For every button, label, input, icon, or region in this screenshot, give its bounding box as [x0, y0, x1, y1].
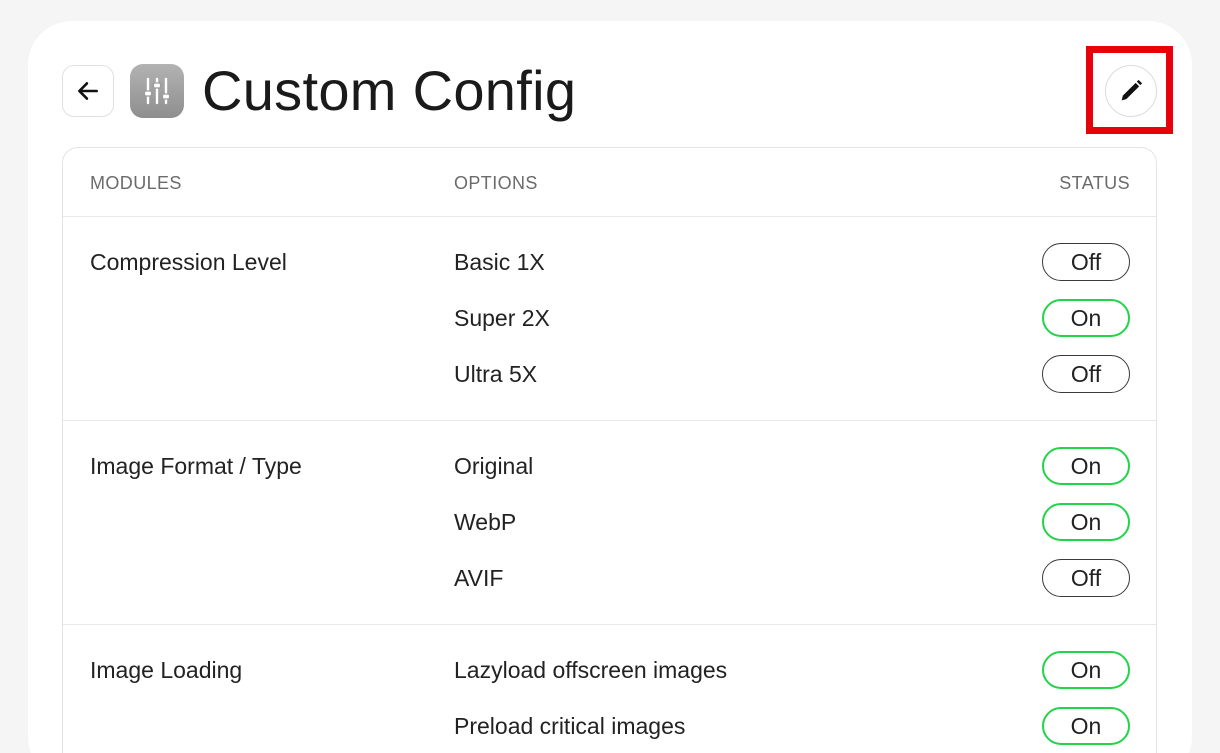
option-row: Preload critical images On — [63, 706, 1156, 746]
option-row: Ultra 5X Off — [63, 354, 1156, 394]
back-button[interactable] — [62, 65, 114, 117]
option-label: WebP — [454, 509, 517, 535]
option-label: Original — [454, 453, 534, 479]
status-toggle[interactable]: Off — [1042, 243, 1130, 281]
option-label: Basic 1X — [454, 249, 545, 275]
option-row: Lazyload offscreen images On — [63, 650, 1156, 690]
column-header-status: STATUS — [1059, 173, 1130, 193]
config-table: MODULES OPTIONS STATUS Compression Level… — [62, 147, 1157, 753]
column-header-options: OPTIONS — [454, 173, 538, 193]
status-toggle[interactable]: Off — [1042, 355, 1130, 393]
group-divider — [63, 624, 1156, 625]
option-label: AVIF — [454, 565, 504, 591]
option-label: Ultra 5X — [454, 361, 538, 387]
option-label: Super 2X — [454, 305, 550, 331]
status-toggle[interactable]: On — [1042, 651, 1130, 689]
status-toggle[interactable]: On — [1042, 447, 1130, 485]
sliders-icon — [130, 64, 184, 118]
option-row: AVIF Off — [63, 558, 1156, 598]
column-header-modules: MODULES — [90, 173, 182, 193]
status-toggle[interactable]: On — [1042, 503, 1130, 541]
status-toggle[interactable]: On — [1042, 707, 1130, 745]
edit-button[interactable] — [1105, 65, 1157, 117]
option-row: Basic 1X Off — [63, 242, 1156, 282]
page-header: Custom Config — [62, 62, 576, 120]
option-row: Super 2X On — [63, 298, 1156, 338]
status-toggle[interactable]: Off — [1042, 559, 1130, 597]
status-toggle[interactable]: On — [1042, 299, 1130, 337]
group-divider — [63, 420, 1156, 421]
arrow-left-icon — [78, 82, 98, 100]
option-row: WebP On — [63, 502, 1156, 542]
page: Custom Config MODULES OPTIONS STATUS Com… — [0, 0, 1220, 753]
option-row: Original On — [63, 446, 1156, 486]
page-title: Custom Config — [202, 59, 577, 122]
option-label: Preload critical images — [454, 713, 686, 739]
option-label: Lazyload offscreen images — [454, 657, 728, 683]
header-divider — [63, 216, 1156, 217]
pencil-icon — [1121, 79, 1143, 101]
